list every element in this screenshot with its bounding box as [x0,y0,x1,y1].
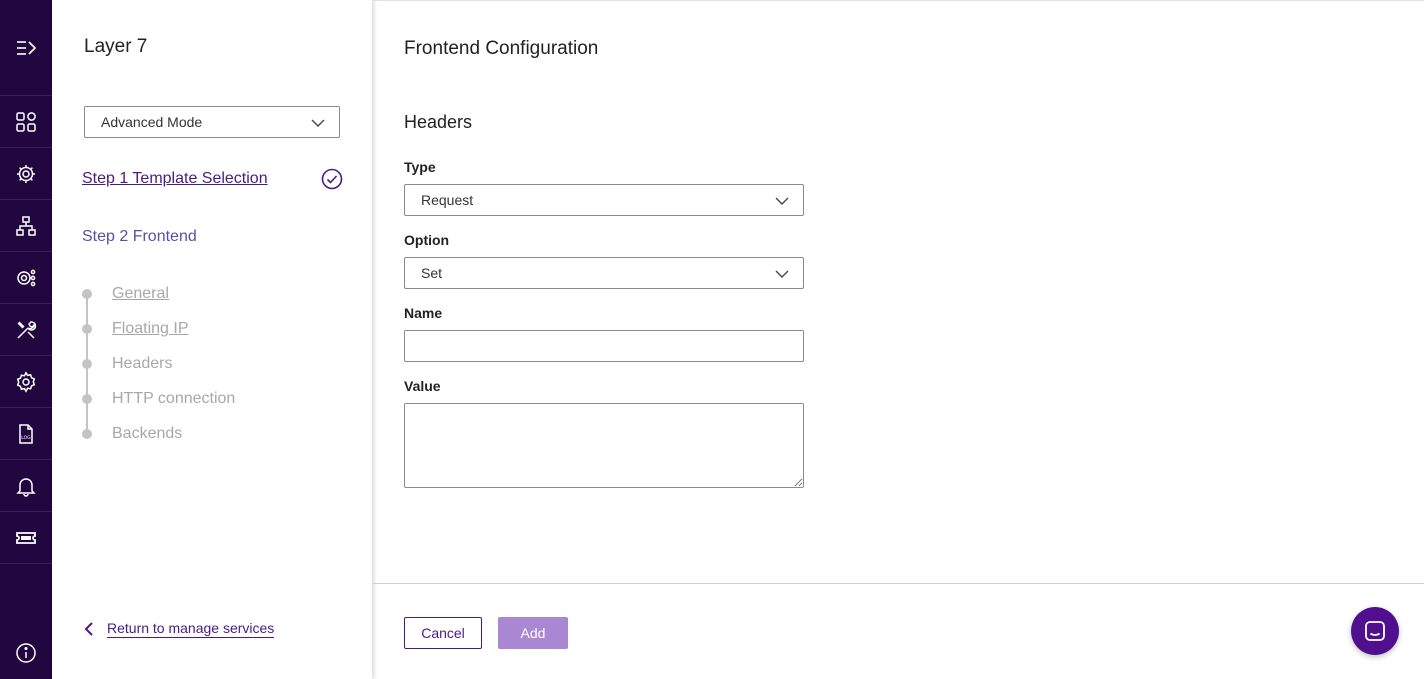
chevron-down-icon [311,119,325,127]
substep-http-connection: HTTP connection [82,389,235,409]
substep-label: Headers [112,355,173,372]
network-settings-icon [17,165,35,183]
topology-icon [16,216,36,236]
dashboard-grid-icon [16,112,36,132]
value-textarea[interactable] [404,403,804,488]
rail-divider [0,563,52,564]
chevron-down-icon [775,197,789,205]
page-title: Frontend Configuration [404,38,599,59]
option-select[interactable]: Set [404,257,804,289]
log-file-icon: LOG [19,424,33,444]
chat-launcher-button[interactable] [1351,607,1399,655]
mode-select-value: Advanced Mode [101,114,203,130]
substep-dot [82,324,92,334]
check-circle-icon [321,168,343,190]
log-badge: LOG [21,435,31,441]
substep-backends: Backends [82,424,182,444]
chat-icon [1365,621,1385,641]
substep-label: Backends [112,425,183,442]
tools-button[interactable] [0,304,52,356]
tools-icon [17,321,37,339]
chevron-down-icon [775,270,789,278]
notifications-button[interactable] [0,460,52,512]
logs-button[interactable]: LOG [0,408,52,460]
mode-select[interactable]: Advanced Mode [84,106,340,138]
type-select-value: Request [421,192,474,208]
return-to-services-link[interactable]: Return to manage services [82,620,275,638]
cancel-button[interactable]: Cancel [404,617,482,649]
return-link-label[interactable]: Return to manage services [107,620,275,638]
substep-floating-ip[interactable]: Floating IP [82,319,188,339]
services-settings-icon [17,269,36,287]
main-content: Frontend Configuration Headers Type Requ… [372,0,1424,679]
option-label: Option [404,232,450,248]
substep-label[interactable]: General [112,284,169,304]
services-settings-button[interactable] [0,252,52,304]
substep-label: HTTP connection [112,390,236,407]
name-input[interactable] [404,330,804,362]
substep-general[interactable]: General [82,284,169,304]
dashboard-button[interactable] [0,96,52,148]
bell-icon [16,478,36,497]
footer-divider [372,583,1424,584]
topology-button[interactable] [0,200,52,252]
settings-button[interactable] [0,356,52,408]
type-select[interactable]: Request [404,184,804,216]
substep-dot [82,429,92,439]
panel-title: Layer 7 [84,36,148,57]
section-title: Headers [404,112,473,132]
expand-menu-icon [17,41,37,55]
info-icon [16,643,36,663]
name-label: Name [404,305,443,321]
steps-panel: Layer 7 Advanced Mode Step 1 Template Se… [52,0,372,679]
ticket-icon [16,532,36,544]
add-button[interactable]: Add [498,617,568,649]
info-button[interactable] [0,627,52,679]
substep-dot [82,359,92,369]
tickets-button[interactable] [0,512,52,564]
expand-menu-button[interactable] [0,22,52,74]
step-1-link[interactable]: Step 1 Template Selection [82,170,268,188]
substep-label[interactable]: Floating IP [112,319,188,339]
icon-rail: LOG [0,0,52,679]
settings-icon [16,371,36,393]
option-select-value: Set [421,265,443,281]
substep-dot [82,394,92,404]
substep-headers: Headers [82,354,172,374]
value-label: Value [404,378,441,394]
step-2-label: Step 2 Frontend [82,228,197,245]
substep-dot [82,289,92,299]
network-settings-button[interactable] [0,148,52,200]
chevron-left-icon [84,622,93,636]
type-label: Type [404,159,436,175]
